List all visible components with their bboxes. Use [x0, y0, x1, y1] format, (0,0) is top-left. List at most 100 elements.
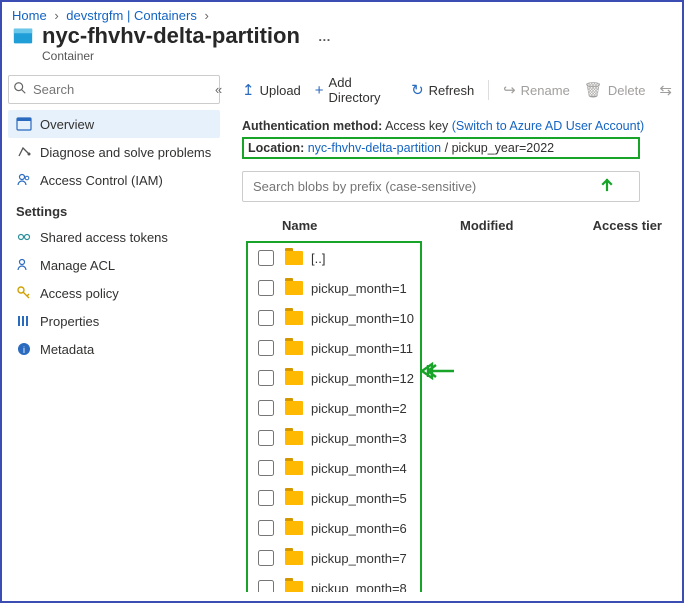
table-row[interactable]: pickup_month=1 — [248, 273, 420, 303]
properties-icon — [16, 313, 32, 329]
more-actions-icon[interactable]: … — [318, 29, 333, 44]
refresh-icon: ↻ — [411, 81, 424, 99]
sidebar-item-label: Overview — [40, 117, 94, 132]
row-name: pickup_month=6 — [311, 521, 407, 536]
collapse-sidebar-icon[interactable]: « — [211, 82, 226, 97]
folder-icon — [285, 551, 303, 565]
upload-button[interactable]: ↥ Upload — [242, 81, 301, 99]
chevron-right-icon: › — [54, 8, 58, 23]
col-access-tier[interactable]: Access tier — [580, 218, 672, 233]
sidebar-item-iam[interactable]: Access Control (IAM) — [8, 166, 220, 194]
folder-icon — [285, 341, 303, 355]
row-checkbox[interactable] — [258, 310, 274, 326]
sidebar-item-label: Metadata — [40, 342, 94, 357]
blob-search[interactable] — [242, 171, 640, 202]
swap-icon: ⇆ — [659, 81, 672, 99]
folder-icon — [285, 581, 303, 592]
col-name[interactable]: Name — [248, 218, 460, 233]
location-folder: pickup_year=2022 — [452, 141, 555, 155]
table-row[interactable]: pickup_month=6 — [248, 513, 420, 543]
sidebar-settings-header: Settings — [8, 194, 220, 223]
overview-icon — [16, 116, 32, 132]
row-checkbox[interactable] — [258, 400, 274, 416]
add-directory-button[interactable]: + Add Directory — [315, 75, 397, 105]
refresh-button[interactable]: ↻ Refresh — [411, 81, 474, 99]
row-name: pickup_month=7 — [311, 551, 407, 566]
table-row[interactable]: pickup_month=4 — [248, 453, 420, 483]
sidebar-item-label: Shared access tokens — [40, 230, 168, 245]
location-label: Location: — [248, 141, 304, 155]
row-checkbox[interactable] — [258, 340, 274, 356]
sidebar-item-label: Properties — [40, 314, 99, 329]
table-row[interactable]: pickup_month=7 — [248, 543, 420, 573]
folder-icon — [285, 251, 303, 265]
sidebar-item-overview[interactable]: Overview — [8, 110, 220, 138]
row-name: pickup_month=4 — [311, 461, 407, 476]
auth-label: Authentication method: — [242, 119, 382, 133]
switch-auth-link[interactable]: (Switch to Azure AD User Account) — [452, 119, 644, 133]
sidebar-item-sas[interactable]: Shared access tokens — [8, 223, 220, 251]
rename-icon: ↪ — [503, 81, 516, 99]
sidebar-item-policy[interactable]: Access policy — [8, 279, 220, 307]
plus-icon: + — [315, 82, 324, 99]
sidebar-item-label: Access Control (IAM) — [40, 173, 163, 188]
toolbar: ↥ Upload + Add Directory ↻ Refresh ↪ Ren… — [242, 75, 672, 113]
table-row[interactable]: pickup_month=11 — [248, 333, 420, 363]
row-name: pickup_month=2 — [311, 401, 407, 416]
table-row[interactable]: [..] — [248, 243, 420, 273]
row-name: [..] — [311, 251, 325, 266]
iam-icon — [16, 172, 32, 188]
trash-icon: 🗑 — [584, 81, 603, 99]
row-checkbox[interactable] — [258, 280, 274, 296]
main: ↥ Upload + Add Directory ↻ Refresh ↪ Ren… — [226, 71, 682, 592]
diagnose-icon — [16, 144, 32, 160]
row-checkbox[interactable] — [258, 250, 274, 266]
sidebar-item-label: Manage ACL — [40, 258, 115, 273]
row-checkbox[interactable] — [258, 520, 274, 536]
table-row[interactable]: pickup_month=2 — [248, 393, 420, 423]
row-name: pickup_month=10 — [311, 311, 414, 326]
row-checkbox[interactable] — [258, 580, 274, 592]
acl-icon — [16, 257, 32, 273]
key-icon — [16, 285, 32, 301]
row-name: pickup_month=8 — [311, 581, 407, 593]
table-row[interactable]: pickup_month=10 — [248, 303, 420, 333]
sidebar-item-acl[interactable]: Manage ACL — [8, 251, 220, 279]
col-modified[interactable]: Modified — [460, 218, 580, 233]
toolbar-label: Refresh — [429, 83, 475, 98]
row-checkbox[interactable] — [258, 550, 274, 566]
location-container-link[interactable]: nyc-fhvhv-delta-partition — [308, 141, 441, 155]
annotation-up-arrow-icon — [599, 176, 615, 195]
sidebar-item-label: Diagnose and solve problems — [40, 145, 211, 160]
table-row[interactable]: pickup_month=3 — [248, 423, 420, 453]
sidebar-search[interactable]: « — [8, 75, 220, 104]
search-icon — [13, 81, 27, 98]
row-name: pickup_month=11 — [311, 341, 413, 356]
sidebar-item-metadata[interactable]: i Metadata — [8, 335, 220, 363]
sidebar-search-input[interactable] — [31, 78, 211, 101]
folder-icon — [285, 281, 303, 295]
folder-icon — [285, 401, 303, 415]
auth-method-line: Authentication method: Access key (Switc… — [242, 119, 672, 133]
toolbar-label: Rename — [521, 83, 570, 98]
row-checkbox[interactable] — [258, 430, 274, 446]
row-name: pickup_month=12 — [311, 371, 414, 386]
delete-button: 🗑 Delete — [584, 81, 646, 99]
table-row[interactable]: pickup_month=5 — [248, 483, 420, 513]
metadata-icon: i — [16, 341, 32, 357]
row-checkbox[interactable] — [258, 490, 274, 506]
row-checkbox[interactable] — [258, 370, 274, 386]
sidebar-item-diagnose[interactable]: Diagnose and solve problems — [8, 138, 220, 166]
annotation-left-arrow-icon — [420, 361, 456, 384]
breadcrumb-home[interactable]: Home — [12, 8, 47, 23]
folder-icon — [285, 461, 303, 475]
folder-icon — [285, 521, 303, 535]
breadcrumb-containers[interactable]: devstrgfm | Containers — [66, 8, 197, 23]
sidebar-item-properties[interactable]: Properties — [8, 307, 220, 335]
location-box: Location: nyc-fhvhv-delta-partition / pi… — [242, 137, 640, 159]
container-icon — [12, 25, 34, 47]
blob-search-input[interactable] — [251, 178, 631, 195]
table-row[interactable]: pickup_month=12 — [248, 363, 420, 393]
table-row[interactable]: pickup_month=8 — [248, 573, 420, 592]
row-checkbox[interactable] — [258, 460, 274, 476]
